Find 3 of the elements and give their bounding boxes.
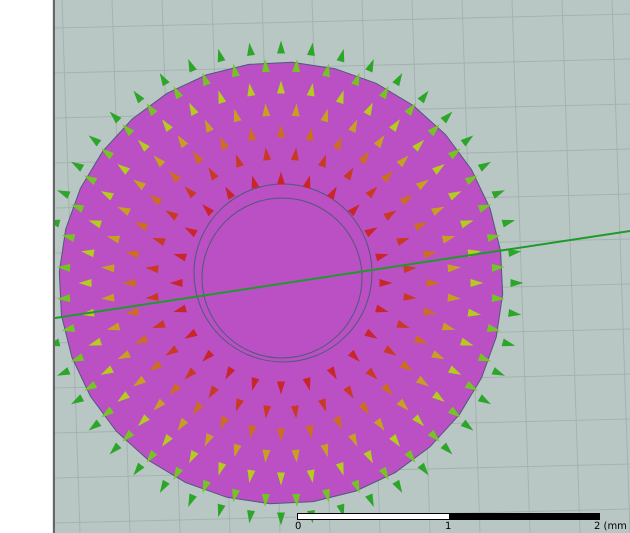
scale-label: 0 <box>295 521 302 532</box>
scale-label: 1 <box>445 521 452 532</box>
scale-label: 2 (mm <box>594 521 627 532</box>
